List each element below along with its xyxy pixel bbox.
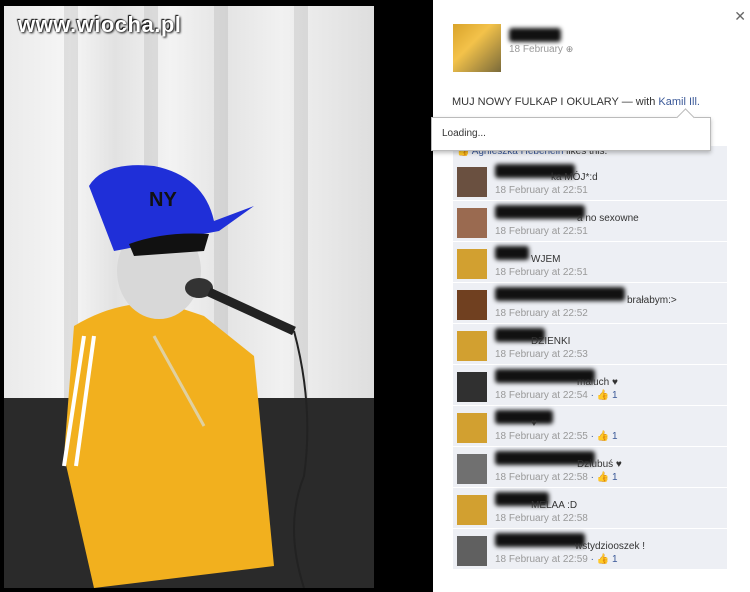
comment-text: MELAA :D bbox=[531, 500, 578, 511]
close-icon[interactable]: ✕ bbox=[734, 8, 746, 25]
comment-meta: 18 February at 22:54 · 👍 1 bbox=[495, 390, 618, 401]
comment: ♥ 18 February at 22:55 · 👍 1 bbox=[453, 406, 727, 447]
comment: wstydziooszek ! 18 February at 22:59 · 👍 … bbox=[453, 529, 727, 570]
comment-meta: 18 February at 22:53 bbox=[495, 349, 588, 360]
commenter-avatar[interactable] bbox=[457, 413, 487, 443]
comment: MELAA :D 18 February at 22:58 bbox=[453, 488, 727, 529]
comment-text: ka MÓJ*:d bbox=[551, 172, 598, 183]
comment-date[interactable]: 18 February at 22:52 bbox=[495, 308, 588, 319]
comment-text: ♥ bbox=[531, 418, 537, 429]
photo[interactable]: NY bbox=[4, 6, 374, 588]
post-text: MUJ NOWY FULKAP I OKULARY — with Kamil I… bbox=[452, 96, 700, 108]
commenter-avatar[interactable] bbox=[457, 167, 487, 197]
comment-meta: 18 February at 22:51 bbox=[495, 226, 588, 237]
watermark: www.wiocha.pl bbox=[18, 12, 182, 37]
comment: Dziubuś ♥ 18 February at 22:58 · 👍 1 bbox=[453, 447, 727, 488]
post-date: 18 February ⊕ bbox=[509, 44, 574, 55]
commenter-avatar[interactable] bbox=[457, 331, 487, 361]
commenter-avatar[interactable] bbox=[457, 249, 487, 279]
comment-text: Dziubuś ♥ bbox=[577, 459, 622, 470]
comment-text: DZIENKI bbox=[531, 336, 571, 347]
commenter-name[interactable] bbox=[495, 205, 585, 219]
globe-icon: ⊕ bbox=[565, 44, 574, 54]
comment-date[interactable]: 18 February at 22:53 bbox=[495, 349, 588, 360]
comments-sidebar: ✕ 18 February ⊕ MUJ NOWY FULKAP I OKULAR… bbox=[431, 0, 750, 592]
comment: a no sexowne 18 February at 22:51 bbox=[453, 201, 727, 242]
comment-date[interactable]: 18 February at 22:51 bbox=[495, 226, 588, 237]
comment-date[interactable]: 18 February at 22:54 bbox=[495, 390, 588, 401]
comment-text: maluch ♥ bbox=[577, 377, 618, 388]
comment-meta: 18 February at 22:52 bbox=[495, 308, 588, 319]
commenter-avatar[interactable] bbox=[457, 495, 487, 525]
comment-date[interactable]: 18 February at 22:51 bbox=[495, 185, 588, 196]
comment: ka MÓJ*:d 18 February at 22:51 bbox=[453, 160, 727, 201]
comment-meta: 18 February at 22:51 bbox=[495, 267, 588, 278]
comment-meta: 18 February at 22:51 bbox=[495, 185, 588, 196]
comment: maluch ♥ 18 February at 22:54 · 👍 1 bbox=[453, 365, 727, 406]
commenter-name[interactable] bbox=[495, 287, 625, 301]
comment-like-count[interactable]: · 👍 1 bbox=[588, 390, 618, 401]
commenter-avatar[interactable] bbox=[457, 454, 487, 484]
commenter-avatar[interactable] bbox=[457, 208, 487, 238]
commenter-name[interactable] bbox=[495, 410, 553, 424]
comment-meta: 18 February at 22:55 · 👍 1 bbox=[495, 431, 618, 442]
comment: brałabym:> 18 February at 22:52 bbox=[453, 283, 727, 324]
comment-date[interactable]: 18 February at 22:59 bbox=[495, 554, 588, 565]
comment-like-count[interactable]: · 👍 1 bbox=[588, 472, 618, 483]
comment-meta: 18 February at 22:58 bbox=[495, 513, 588, 524]
comment-list: ka MÓJ*:d 18 February at 22:51 a no sexown… bbox=[453, 160, 727, 570]
comment: WJEM 18 February at 22:51 bbox=[453, 242, 727, 283]
comment-text: WJEM bbox=[531, 254, 561, 265]
comment-text: brałabym:> bbox=[627, 295, 677, 306]
comment: DZIENKI 18 February at 22:53 bbox=[453, 324, 727, 365]
comment-meta: 18 February at 22:58 · 👍 1 bbox=[495, 472, 618, 483]
author-avatar[interactable] bbox=[453, 24, 501, 72]
commenter-name[interactable] bbox=[495, 246, 529, 260]
comment-date[interactable]: 18 February at 22:51 bbox=[495, 267, 588, 278]
comment-text: wstydziooszek ! bbox=[575, 541, 646, 552]
photo-subject: NY bbox=[62, 165, 309, 588]
photo-viewer: NY www.wiocha.pl bbox=[0, 0, 433, 592]
commenter-avatar[interactable] bbox=[457, 536, 487, 566]
author-name[interactable] bbox=[509, 28, 561, 45]
comment-date[interactable]: 18 February at 22:58 bbox=[495, 513, 588, 524]
comment-date[interactable]: 18 February at 22:55 bbox=[495, 431, 588, 442]
commenter-name[interactable] bbox=[495, 533, 585, 547]
comment-like-count[interactable]: · 👍 1 bbox=[588, 431, 618, 442]
loading-text: Loading... bbox=[442, 128, 486, 139]
svg-text:NY: NY bbox=[149, 189, 177, 211]
comment-text: a no sexowne bbox=[577, 213, 639, 224]
comment-date[interactable]: 18 February at 22:58 bbox=[495, 472, 588, 483]
commenter-avatar[interactable] bbox=[457, 290, 487, 320]
comment-like-count[interactable]: · 👍 1 bbox=[588, 554, 618, 565]
comment-meta: 18 February at 22:59 · 👍 1 bbox=[495, 554, 618, 565]
commenter-avatar[interactable] bbox=[457, 372, 487, 402]
loading-popup: Loading... bbox=[431, 108, 711, 151]
tagged-link[interactable]: Kamil Ill. bbox=[658, 96, 700, 108]
